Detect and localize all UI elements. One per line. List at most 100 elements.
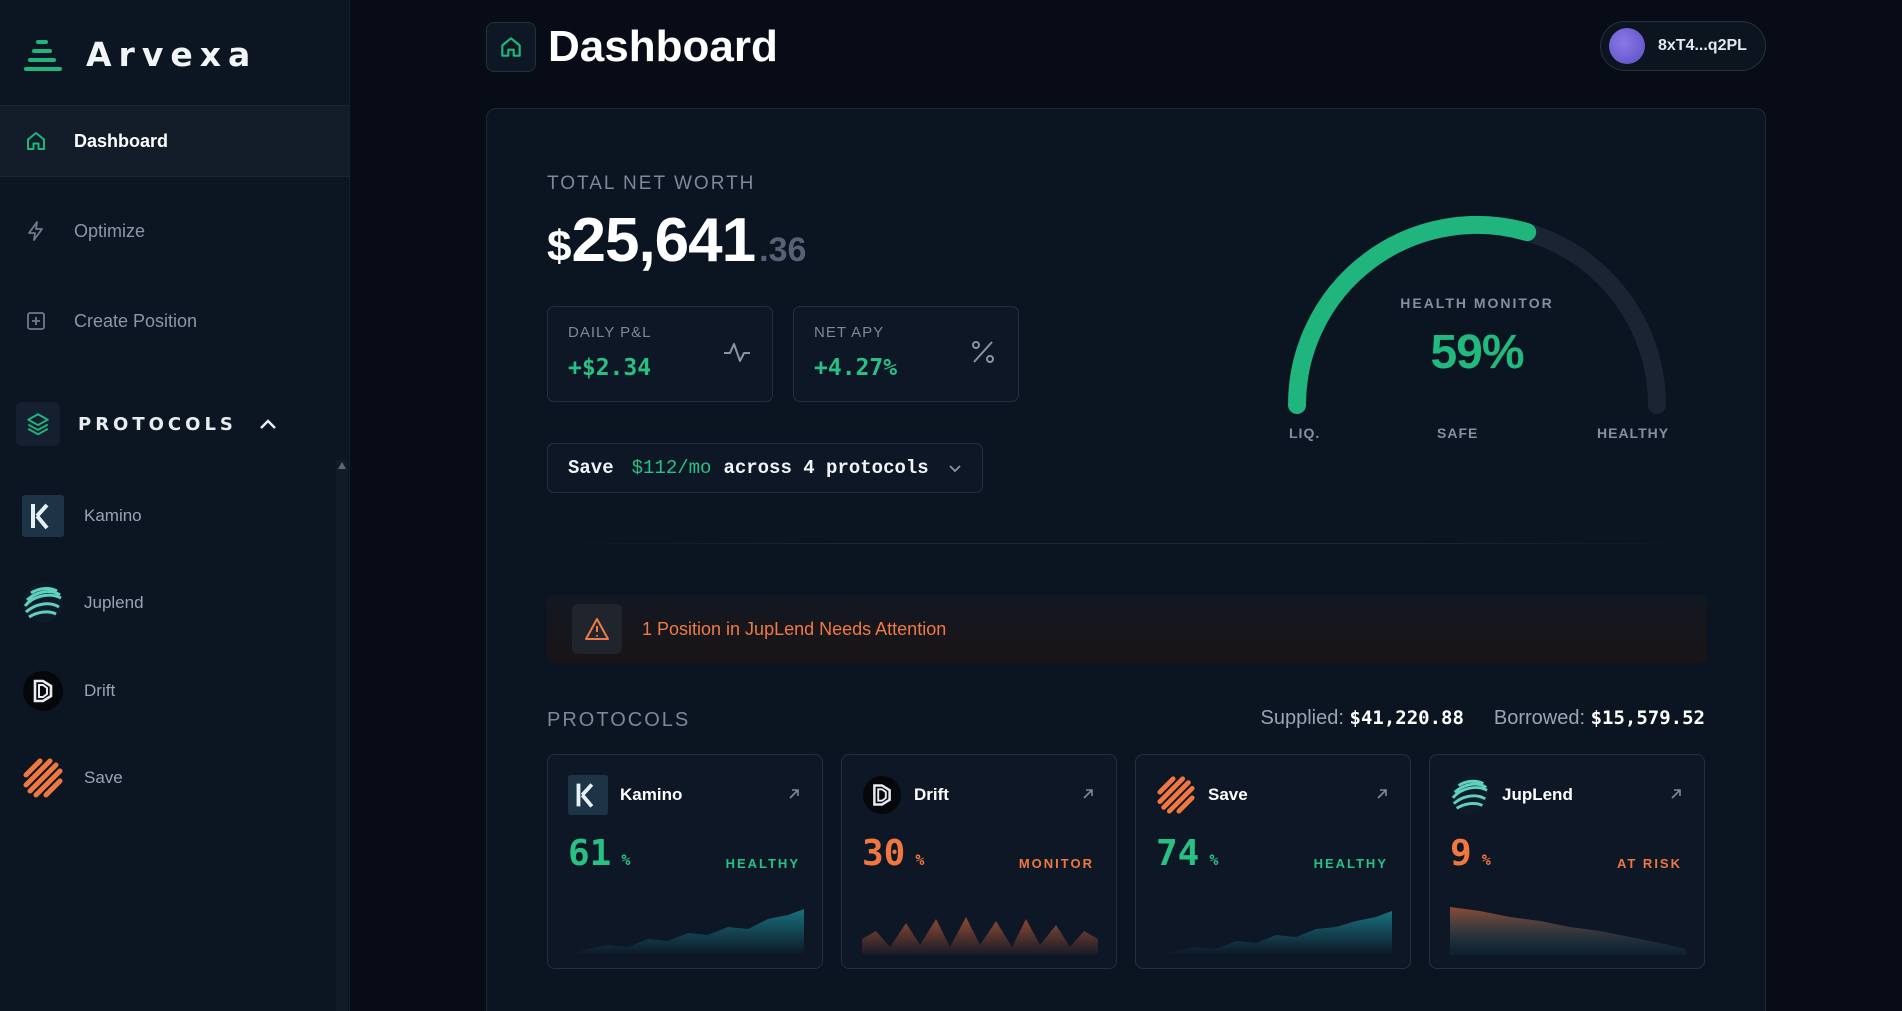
net-worth-decimal: .36	[759, 231, 807, 269]
health-monitor-value: 59%	[1430, 326, 1524, 379]
protocol-name: Kamino	[620, 785, 683, 804]
nav-item-create-position[interactable]: Create Position	[0, 285, 350, 357]
external-arrow-icon[interactable]	[788, 788, 800, 800]
section-divider	[547, 543, 1707, 544]
sidebar-scrollbar[interactable]	[336, 460, 348, 1011]
protocol-card-juplend[interactable]: JupLend 9% AT RISK	[1429, 754, 1705, 969]
nav-label: Create Position	[74, 310, 198, 331]
percent-icon	[972, 341, 994, 363]
sparkline-chart	[1156, 911, 1392, 955]
protocol-health-number: 9	[1450, 833, 1472, 874]
sidebar-item-kamino[interactable]: Kamino	[22, 494, 142, 538]
net-worth-integer: 25,641	[571, 206, 756, 275]
brand-logo-icon	[24, 36, 64, 72]
sparkline-chart	[1450, 907, 1686, 955]
borrowed-label: Borrowed:	[1493, 707, 1586, 729]
protocol-health-number: 61	[568, 833, 612, 874]
gauge-tick-liq: LIQ.	[1289, 425, 1321, 441]
protocol-health-value: 30%	[862, 833, 924, 874]
protocol-health-unit: %	[1209, 851, 1219, 869]
scroll-up-arrow-icon[interactable]	[338, 462, 346, 469]
external-arrow-icon[interactable]	[1376, 788, 1388, 800]
avatar	[1609, 28, 1645, 64]
daily-pnl-label: DAILY P&L	[568, 324, 652, 341]
nav-label: Dashboard	[74, 130, 169, 151]
protocol-health-value: 74%	[1156, 833, 1218, 874]
protocol-card-drift[interactable]: Drift 30% MONITOR	[841, 754, 1117, 969]
savings-dropdown[interactable]: Save $112/mo across 4 protocols	[547, 443, 983, 493]
status-badge: HEALTHY	[1313, 856, 1388, 871]
page-header: Dashboard	[486, 22, 778, 72]
home-icon	[501, 37, 521, 57]
brand[interactable]: Arvexa	[24, 34, 257, 74]
sparkline-chart	[568, 909, 804, 955]
daily-pnl-card: DAILY P&L +$2.34	[547, 306, 773, 402]
protocol-health-value: 9%	[1450, 833, 1491, 874]
lightning-icon	[22, 217, 50, 245]
protocol-health-unit: %	[1481, 851, 1491, 869]
borrowed-value: $15,579.52	[1590, 707, 1705, 729]
nav-item-optimize[interactable]: Optimize	[0, 195, 350, 267]
net-apy-label: NET APY	[814, 324, 885, 341]
alert-text: 1 Position in JupLend Needs Attention	[642, 618, 947, 639]
juplend-logo-icon	[23, 583, 63, 623]
layers-icon	[16, 402, 60, 446]
net-apy-card: NET APY +4.27%	[793, 306, 1019, 402]
protocol-name: Drift	[914, 785, 949, 804]
chevron-down-icon	[949, 465, 961, 473]
net-worth-label: TOTAL NET WORTH	[547, 173, 756, 194]
overview-card: TOTAL NET WORTH $ 25,641 .36 DAILY P&L +…	[486, 108, 1766, 1011]
daily-pnl-value: +$2.34	[568, 355, 652, 381]
protocol-health-value: 61%	[568, 833, 630, 874]
external-arrow-icon[interactable]	[1082, 788, 1094, 800]
wallet-button[interactable]: 8xT4...q2PL	[1600, 21, 1766, 71]
supplied-total: Supplied: $41,220.88	[1261, 707, 1464, 730]
wallet-address: 8xT4...q2PL	[1658, 37, 1747, 54]
attention-alert[interactable]: 1 Position in JupLend Needs Attention	[547, 595, 1707, 663]
drift-logo-icon	[862, 775, 902, 815]
net-worth-value: $ 25,641 .36	[547, 205, 806, 275]
savings-prefix: Save	[568, 457, 614, 479]
juplend-logo-icon	[1450, 775, 1490, 815]
protocol-health-unit: %	[915, 851, 925, 869]
nav-item-dashboard[interactable]: Dashboard	[0, 105, 350, 177]
health-monitor-gauge: HEALTH MONITOR 59% LIQ. SAFE HEALTHY	[1277, 205, 1677, 465]
sidebar-item-save[interactable]: Save	[22, 756, 123, 800]
supplied-label: Supplied:	[1260, 707, 1344, 729]
warning-icon	[572, 604, 622, 654]
protocol-card-kamino[interactable]: Kamino 61% HEALTHY	[547, 754, 823, 969]
brand-name: Arvexa	[86, 34, 258, 74]
gauge-tick-healthy: HEALTHY	[1597, 425, 1670, 441]
external-arrow-icon[interactable]	[1670, 788, 1682, 800]
savings-suffix: across 4 protocols	[723, 457, 929, 479]
supplied-value: $41,220.88	[1349, 707, 1464, 729]
net-apy-value: +4.27%	[814, 355, 898, 381]
save-logo-icon	[1157, 776, 1195, 814]
savings-amount: $112/mo	[631, 457, 712, 479]
protocol-card-save[interactable]: Save 74% HEALTHY	[1135, 754, 1411, 969]
protocol-name: Save	[1208, 785, 1248, 804]
protocol-health-unit: %	[621, 851, 631, 869]
kamino-logo-icon	[22, 495, 64, 537]
protocols-totals: Supplied: $41,220.88 Borrowed: $15,579.5…	[1261, 707, 1705, 730]
drift-logo-icon	[23, 671, 63, 711]
net-worth-currency: $	[547, 222, 572, 271]
protocol-health-number: 74	[1156, 833, 1200, 874]
protocol-name: JupLend	[1502, 785, 1573, 804]
sidebar-item-juplend[interactable]: Juplend	[22, 581, 144, 625]
protocol-health-number: 30	[862, 833, 906, 874]
protocols-section-toggle[interactable]: PROTOCOLS	[16, 402, 277, 446]
protocols-heading: PROTOCOLS	[78, 413, 237, 435]
sidebar-item-drift[interactable]: Drift	[22, 669, 115, 713]
gauge-tick-safe: SAFE	[1437, 425, 1479, 441]
chevron-up-icon	[259, 415, 277, 434]
borrowed-total: Borrowed: $15,579.52	[1494, 707, 1705, 730]
health-monitor-label: HEALTH MONITOR	[1400, 295, 1554, 311]
home-button[interactable]	[486, 22, 536, 72]
sidebar-item-label: Juplend	[84, 593, 144, 612]
save-logo-icon	[23, 758, 63, 798]
sidebar: Arvexa Dashboard Optimize Create Positio…	[0, 0, 350, 1011]
sidebar-item-label: Drift	[84, 681, 116, 700]
nav-label: Optimize	[74, 220, 146, 241]
protocols-section-label: PROTOCOLS	[547, 709, 691, 731]
